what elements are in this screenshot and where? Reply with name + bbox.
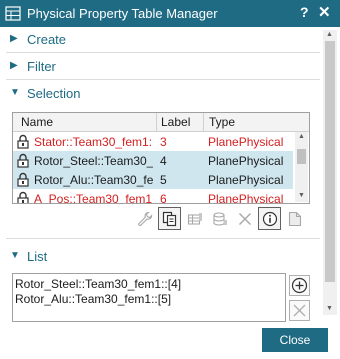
dialog-scrollbar[interactable]: ▲ ▼: [323, 30, 337, 315]
help-button[interactable]: ?: [300, 4, 309, 20]
row-name: Stator::Team30_fem1::[3]: [34, 135, 153, 149]
row-type: PlanePhysical: [208, 154, 284, 168]
row-type: PlanePhysical: [208, 192, 284, 204]
table-row[interactable]: Rotor_Alu::Team30_fem1::[5] 5 PlanePhysi…: [13, 170, 293, 189]
lock-icon: [17, 172, 29, 187]
remove-button[interactable]: [289, 300, 310, 321]
copy-button[interactable]: [158, 207, 181, 230]
close-icon: [293, 304, 306, 317]
section-list[interactable]: ▼ List: [0, 245, 320, 269]
section-filter[interactable]: ▶ Filter: [0, 55, 320, 79]
column-separator: [203, 113, 204, 131]
scrollbar-thumb[interactable]: [325, 41, 335, 282]
list-box[interactable]: Rotor_Steel::Team30_fem1::[4] Rotor_Alu:…: [12, 273, 286, 322]
section-create-label: Create: [27, 32, 67, 47]
section-create[interactable]: ▶ Create: [0, 28, 320, 52]
row-name: Rotor_Alu::Team30_fem1::[5]: [34, 173, 153, 187]
info-icon: [262, 211, 278, 227]
scroll-up-icon[interactable]: ▲: [298, 133, 305, 140]
section-list-label: List: [27, 249, 48, 264]
delete-icon: [239, 213, 251, 225]
table-edit-button[interactable]: [183, 207, 206, 230]
copy-icon: [162, 211, 177, 227]
chevron-right-icon: ▶: [10, 33, 18, 44]
column-header-type[interactable]: Type: [209, 115, 235, 129]
list-item[interactable]: Rotor_Steel::Team30_fem1::[4]: [15, 277, 181, 291]
close-button[interactable]: Close: [262, 328, 328, 352]
divider: [6, 238, 320, 239]
column-header-name[interactable]: Name: [21, 115, 53, 129]
section-selection-label: Selection: [27, 86, 81, 101]
section-filter-label: Filter: [27, 59, 56, 74]
row-name: Rotor_Steel::Team30_fem1::[4]: [34, 154, 153, 168]
property-table: Name Label Type Stator::Team30_fem1::[3]…: [12, 112, 310, 204]
wrench-icon: [138, 211, 153, 226]
table-scrollbar[interactable]: ▲ ▼: [295, 132, 308, 202]
list-item[interactable]: Rotor_Alu::Team30_fem1::[5]: [15, 292, 171, 306]
table-row[interactable]: Stator::Team30_fem1::[3] 3 PlanePhysical: [13, 132, 293, 151]
plus-circle-icon: [291, 277, 308, 294]
row-label: 5: [160, 173, 167, 187]
database-icon: [213, 212, 227, 226]
lock-icon: [17, 153, 29, 168]
section-selection[interactable]: ▼ Selection: [0, 82, 320, 106]
row-label: 6: [160, 192, 167, 204]
database-button[interactable]: [208, 207, 231, 230]
column-header-label[interactable]: Label: [161, 115, 190, 129]
chevron-right-icon: ▶: [10, 60, 18, 71]
table-edit-icon: [187, 213, 202, 225]
lock-icon: [17, 191, 29, 203]
page-button[interactable]: [283, 207, 306, 230]
info-button[interactable]: [258, 207, 281, 230]
divider: [6, 52, 320, 53]
close-window-button[interactable]: ✕: [318, 3, 331, 21]
row-type: PlanePhysical: [208, 173, 284, 187]
scroll-down-icon[interactable]: ▼: [326, 305, 333, 312]
chevron-down-icon: ▼: [10, 87, 20, 98]
row-label: 3: [160, 135, 167, 149]
table-row[interactable]: Rotor_Steel::Team30_fem1::[4] 4 PlanePhy…: [13, 151, 293, 170]
app-icon: [5, 6, 21, 21]
edit-button[interactable]: [133, 207, 156, 230]
table-row[interactable]: A_Pos::Team30_fem1::[6] 6 PlanePhysical: [13, 189, 293, 204]
title-bar: Physical Property Table Manager ? ✕: [0, 0, 340, 27]
scroll-down-icon[interactable]: ▼: [298, 192, 305, 199]
divider: [6, 79, 320, 80]
delete-button[interactable]: [233, 207, 256, 230]
page-icon: [288, 211, 302, 227]
lock-icon: [17, 134, 29, 149]
chevron-down-icon: ▼: [10, 250, 20, 261]
scroll-up-icon[interactable]: ▲: [326, 31, 333, 38]
row-label: 4: [160, 154, 167, 168]
row-type: PlanePhysical: [208, 135, 284, 149]
add-button[interactable]: [289, 275, 310, 296]
column-separator: [156, 113, 157, 131]
table-scrollbar-thumb[interactable]: [297, 149, 306, 164]
window-title: Physical Property Table Manager: [27, 6, 218, 21]
table-header: Name Label Type: [13, 113, 309, 132]
row-name: A_Pos::Team30_fem1::[6]: [34, 192, 153, 204]
